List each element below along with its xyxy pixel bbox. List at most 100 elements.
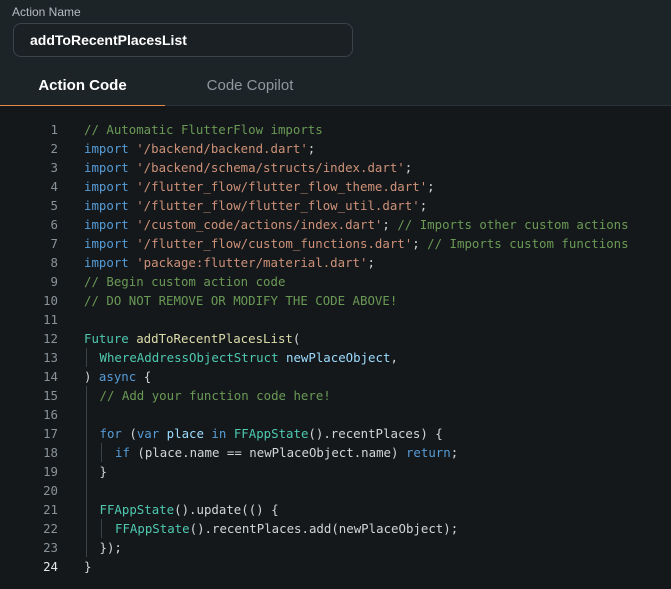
code-token: // Automatic FlutterFlow imports	[84, 122, 323, 137]
code-token: import	[84, 160, 137, 175]
code-token: '/flutter_flow/custom_functions.dart'	[136, 236, 413, 251]
code-lines: 1 // Automatic FlutterFlow imports 2 import…	[0, 120, 671, 576]
code-token: for	[99, 426, 122, 441]
line-number: 5	[50, 198, 58, 213]
code-token: // Add your function code here!	[99, 388, 331, 403]
code-line[interactable]: 7 import '/flutter_flow/custom_functions.…	[0, 234, 671, 253]
code-token: (place.name == newPlaceObject.name)	[129, 445, 406, 460]
code-text: import '/flutter_flow/flutter_flow_util.…	[84, 196, 427, 215]
code-line[interactable]: 12 Future addToRecentPlacesList(	[0, 329, 671, 348]
indent-guide	[86, 500, 87, 519]
indent-guide	[86, 462, 87, 481]
code-line[interactable]: 5 import '/flutter_flow/flutter_flow_util…	[0, 196, 671, 215]
code-line[interactable]: 23});	[0, 538, 671, 557]
action-name-panel: Action Name addToRecentPlacesList	[0, 0, 671, 66]
code-line[interactable]: 22 FFAppState().recentPlaces.add(newPlace…	[0, 519, 671, 538]
indent-guide	[86, 538, 87, 557]
code-text: import '/flutter_flow/flutter_flow_theme…	[84, 177, 435, 196]
code-line[interactable]: 8 import 'package:flutter/material.dart';	[0, 253, 671, 272]
code-line[interactable]: 9 // Begin custom action code	[0, 272, 671, 291]
code-text: if (place.name == newPlaceObject.name) r…	[115, 443, 458, 462]
code-token: '/custom_code/actions/index.dart'	[136, 217, 383, 232]
code-text: Future addToRecentPlacesList(	[84, 329, 300, 348]
code-token: ().recentPlaces.add(newPlaceObject);	[189, 521, 459, 536]
code-line[interactable]: 4 import '/flutter_flow/flutter_flow_them…	[0, 177, 671, 196]
code-line[interactable]: 14) async {	[0, 367, 671, 386]
code-editor[interactable]: 1 // Automatic FlutterFlow imports 2 import…	[0, 106, 671, 589]
code-text: FFAppState().update(() {	[100, 500, 279, 519]
code-line[interactable]: 11	[0, 310, 671, 329]
tab-action-code[interactable]: Action Code	[0, 66, 165, 107]
code-line[interactable]: 18 if (place.name == newPlaceObject.name)…	[0, 443, 671, 462]
code-text: // Automatic FlutterFlow imports	[84, 120, 323, 139]
code-text: for (var place in FFAppState().recentPla…	[100, 424, 443, 443]
code-line[interactable]: 3 import '/backend/schema/structs/index.d…	[0, 158, 671, 177]
code-line[interactable]: 16	[0, 405, 671, 424]
code-line[interactable]: 2 import '/backend/backend.dart';	[0, 139, 671, 158]
code-token: import	[84, 141, 137, 156]
code-line[interactable]: 10 // DO NOT REMOVE OR MODIFY THE CODE AB…	[0, 291, 671, 310]
code-token: ().recentPlaces) {	[308, 426, 443, 441]
code-text: // Begin custom action code	[84, 272, 285, 291]
code-token: }	[84, 559, 92, 574]
code-text: });	[100, 538, 122, 557]
code-token: ;	[367, 255, 375, 270]
code-line[interactable]: 20	[0, 481, 671, 500]
code-line[interactable]: 21 FFAppState().update(() {	[0, 500, 671, 519]
indent-guide	[86, 443, 87, 462]
code-token: // Imports custom functions	[427, 236, 629, 251]
code-text: import '/backend/schema/structs/index.da…	[84, 158, 412, 177]
code-token: ,	[390, 350, 398, 365]
code-text: import '/custom_code/actions/index.dart'…	[84, 215, 629, 234]
line-number: 10	[43, 293, 58, 308]
code-text: }	[84, 557, 91, 576]
code-token: '/backend/backend.dart'	[136, 141, 308, 156]
code-token: ;	[419, 198, 428, 213]
code-token: FFAppState	[233, 426, 309, 441]
code-token: import	[84, 236, 137, 251]
line-number: 2	[50, 141, 58, 156]
code-text: // Add your function code here!	[100, 386, 331, 405]
indent-guide	[101, 443, 102, 462]
code-line[interactable]: 17 for (var place in FFAppState().recentP…	[0, 424, 671, 443]
code-token: '/flutter_flow/flutter_flow_util.dart'	[136, 198, 420, 213]
line-number: 21	[43, 502, 58, 517]
code-token: }	[99, 464, 107, 479]
tab-code-copilot[interactable]: Code Copilot	[165, 66, 335, 106]
indent-guide	[101, 519, 102, 538]
code-token: if	[115, 445, 130, 460]
line-number: 17	[43, 426, 58, 441]
line-number: 4	[50, 179, 58, 194]
code-text: ) async {	[84, 367, 151, 386]
code-line[interactable]: 19}	[0, 462, 671, 481]
line-number: 13	[43, 350, 58, 365]
code-text: import '/backend/backend.dart';	[84, 139, 315, 158]
code-token: ;	[412, 236, 428, 251]
line-number: 15	[43, 388, 58, 403]
code-line[interactable]: 6 import '/custom_code/actions/index.dart…	[0, 215, 671, 234]
line-number: 11	[43, 312, 58, 327]
code-token: var	[136, 426, 160, 441]
code-token: ;	[382, 217, 398, 232]
indent-guide	[86, 519, 87, 538]
line-number: 19	[43, 464, 58, 479]
tab-bar: Action Code Code Copilot	[0, 66, 671, 107]
code-token: import	[84, 198, 137, 213]
code-token: });	[99, 540, 122, 555]
code-line[interactable]: 1 // Automatic FlutterFlow imports	[0, 120, 671, 139]
line-number: 24	[43, 559, 58, 574]
code-token: // Imports other custom actions	[397, 217, 629, 232]
action-name-input[interactable]: addToRecentPlacesList	[13, 23, 353, 57]
code-token: ;	[307, 141, 316, 156]
code-token: (	[121, 426, 137, 441]
line-number: 12	[43, 331, 58, 346]
indent-guide	[86, 386, 87, 405]
code-line[interactable]: 24}	[0, 557, 671, 576]
code-line[interactable]: 15 // Add your function code here!	[0, 386, 671, 405]
code-token: '/backend/schema/structs/index.dart'	[136, 160, 405, 175]
code-token: newPlaceObject	[286, 350, 391, 365]
code-line[interactable]: 13 WhereAddressObjectStruct newPlaceObjec…	[0, 348, 671, 367]
code-token: in	[211, 426, 227, 441]
code-token: return	[405, 445, 451, 460]
